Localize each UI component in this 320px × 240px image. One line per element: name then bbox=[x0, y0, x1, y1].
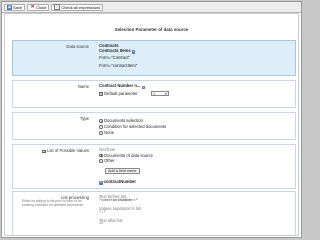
type-radio-documents-selection[interactable] bbox=[99, 119, 103, 123]
toolbar: ▣ Save ✕ Close ✓ Check all expressions bbox=[2, 2, 301, 13]
chevron-down-icon: ▼ bbox=[164, 91, 168, 96]
data-source-value: Contracts Contracts Items + Form="Contra… bbox=[99, 41, 293, 75]
name-field[interactable]: Contract Number n... bbox=[99, 83, 140, 88]
check-all-expressions-button[interactable]: ✓ Check all expressions bbox=[51, 3, 104, 11]
data-source-row: Data source Contracts Contracts Items + … bbox=[12, 40, 296, 76]
field-icon: ≡ bbox=[99, 180, 103, 185]
get-from-option-label: Documents of data source bbox=[104, 152, 153, 158]
form-line-1: Form="Contract" bbox=[99, 54, 131, 60]
default-parameter-label: Default parameter bbox=[104, 90, 138, 96]
text-after-input[interactable]: "" bbox=[99, 223, 104, 228]
get-from-radio-data-source[interactable] bbox=[99, 153, 103, 158]
data-source-subtitle: Contracts Items bbox=[99, 47, 131, 53]
get-from-radio-other[interactable] bbox=[99, 159, 103, 163]
checklist-icon: ✓ bbox=[54, 4, 61, 10]
text-before-input[interactable]: "contractNumber=" bbox=[99, 199, 138, 204]
field-name[interactable]: contractNumber bbox=[104, 179, 136, 184]
name-value: Contract Number n... + Default parameter… bbox=[99, 81, 293, 107]
default-parameter-select-value: 1 bbox=[153, 91, 155, 96]
save-button-label: Save bbox=[13, 4, 23, 10]
list-values-checkbox[interactable] bbox=[42, 149, 46, 154]
type-option-label: Condition for selected documents bbox=[104, 124, 167, 129]
default-parameter-select[interactable]: 1 ▼ bbox=[151, 90, 169, 96]
list-values-row: List of Possible Values Get from Documen… bbox=[12, 144, 296, 189]
type-option-label: None bbox=[104, 130, 115, 135]
page-title: Selection Parameter of data source bbox=[114, 27, 189, 32]
close-button-label: Close bbox=[36, 4, 47, 10]
name-row: Name Contract Number n... + Default para… bbox=[12, 80, 296, 108]
default-parameter-checkbox[interactable] bbox=[99, 92, 103, 96]
name-label: Name bbox=[77, 84, 89, 89]
type-option-label: Documents selection bbox=[104, 118, 143, 123]
name-edit-icon[interactable]: + bbox=[141, 85, 146, 89]
save-icon: ▣ bbox=[7, 4, 12, 10]
close-button[interactable]: ✕ Close bbox=[27, 3, 50, 11]
data-source-label: Data source bbox=[66, 44, 89, 49]
expand-icon[interactable]: + bbox=[131, 49, 136, 54]
type-radio-none[interactable] bbox=[99, 131, 103, 135]
editor-window: ▣ Save ✕ Close ✓ Check all expressions S… bbox=[1, 1, 302, 238]
close-icon: ✕ bbox=[30, 3, 35, 10]
list-values-label-text: List of Possible Values bbox=[47, 148, 89, 153]
separator-input[interactable]: ";" bbox=[99, 211, 106, 216]
list-values-label: List of Possible Values bbox=[13, 148, 93, 154]
list-values-content: Get from Documents of data source Other … bbox=[99, 145, 293, 188]
form-line-2: Form="contractItem" bbox=[99, 63, 138, 68]
check-all-expressions-label: Check all expressions bbox=[61, 4, 101, 10]
get-from-option-label: Other bbox=[104, 158, 115, 163]
list-processing-content: Text before list "contractNumber=" Value… bbox=[99, 192, 293, 235]
list-processing-row: List processing Either by adding to list… bbox=[12, 191, 296, 235]
get-from-label: Get from bbox=[99, 147, 116, 152]
type-label: Type bbox=[79, 116, 89, 121]
form-content: Selection Parameter of data source Data … bbox=[4, 13, 299, 236]
type-row: Type Documents selection Condition for s… bbox=[12, 112, 296, 140]
type-options: Documents selection Condition for select… bbox=[99, 113, 293, 139]
list-processing-hint: Either by adding to list prior to form o… bbox=[22, 199, 84, 207]
add-field-name-button[interactable]: Add a field name bbox=[105, 168, 140, 174]
save-button[interactable]: ▣ Save bbox=[4, 3, 26, 11]
type-radio-condition[interactable] bbox=[99, 125, 103, 129]
